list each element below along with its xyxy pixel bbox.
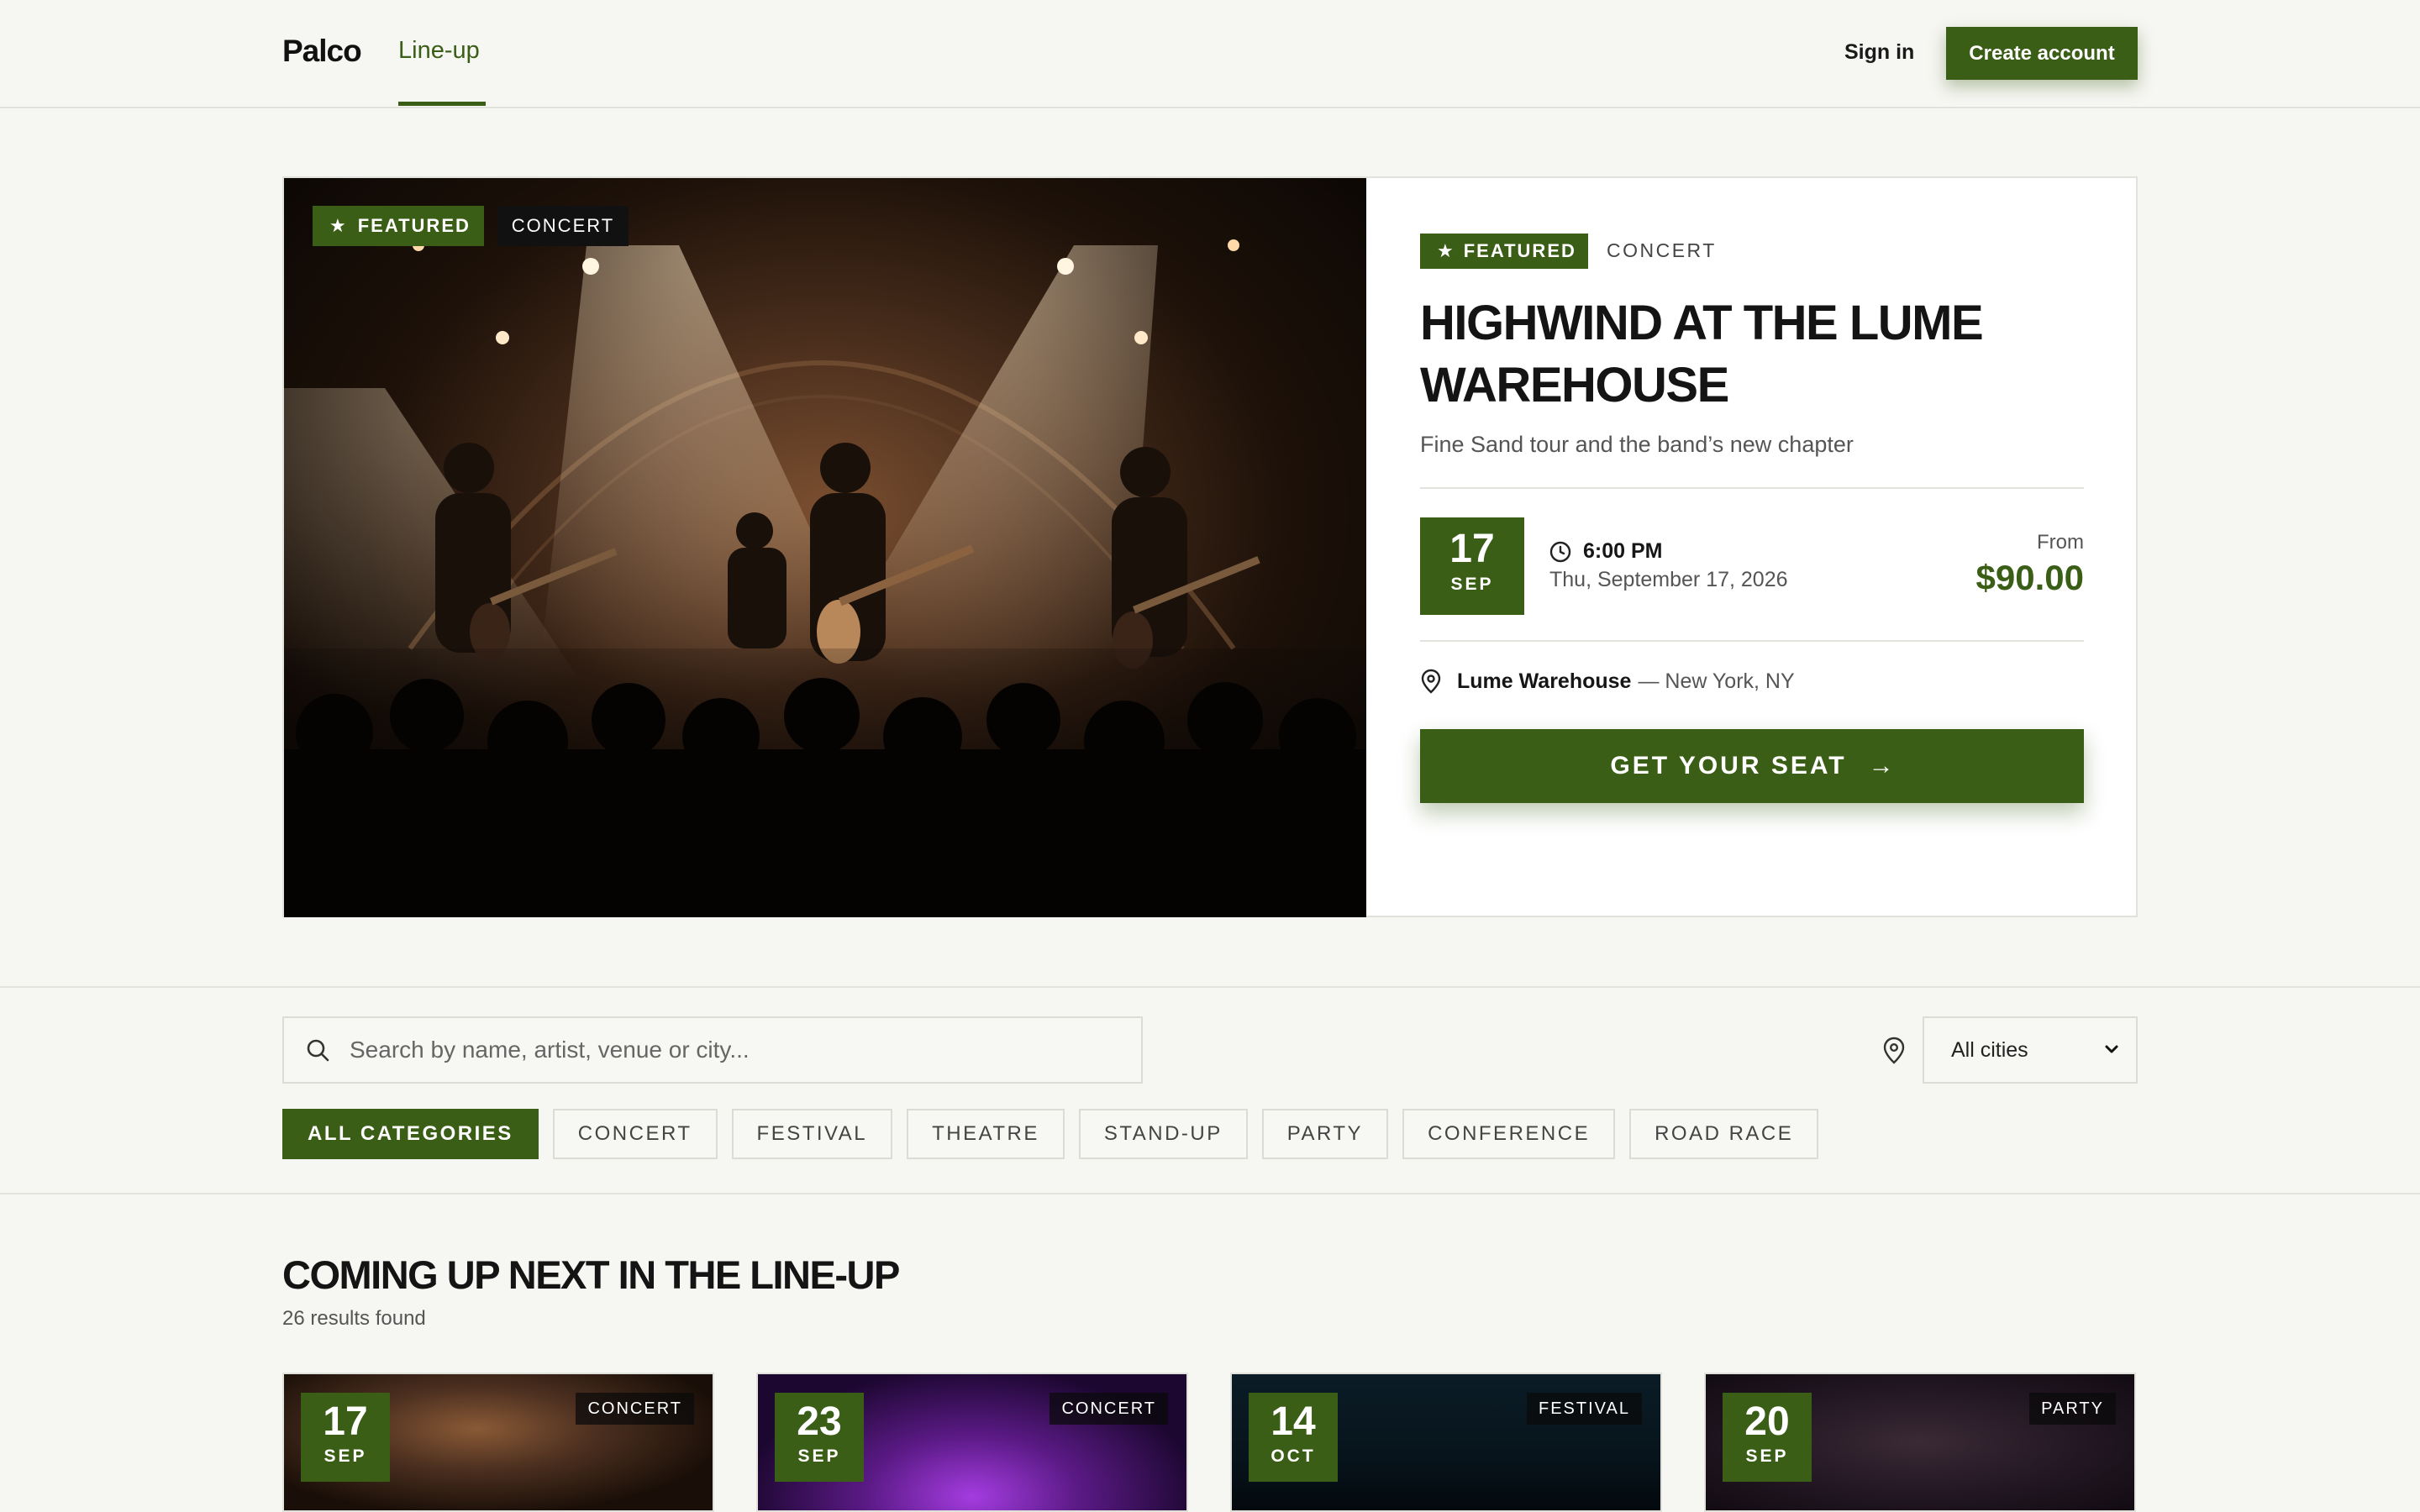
city-select-value: All cities [1951,1037,2028,1062]
featured-event-title[interactable]: HIGHWIND AT THE LUME WAREHOUSE [1420,292,2092,417]
nav-lineup-link[interactable]: Line-up [398,37,480,65]
event-time-text: 6:00 PM [1583,539,1663,563]
category-conference[interactable]: CONFERENCE [1402,1109,1616,1159]
map-pin-icon [1421,669,1441,694]
get-your-seat-button[interactable]: GET YOUR SEAT → [1420,729,2084,803]
category-road-race[interactable]: ROAD RACE [1629,1109,1819,1159]
featured-badge-label: FEATURED [357,215,471,236]
card-date-badge: 23 SEP [775,1393,864,1482]
star-icon: ★ [1437,240,1455,261]
create-account-button[interactable]: Create account [1946,27,2138,80]
event-venue: Lume Warehouse — New York, NY [1420,669,1795,694]
results-count: 26 results found [282,1307,426,1330]
card-date-day: 17 [323,1399,368,1444]
card-date-month: SEP [1745,1446,1789,1466]
card-date-day: 23 [797,1399,842,1444]
card-date-day: 14 [1270,1399,1316,1444]
event-date-full: Thu, September 17, 2026 [1549,568,1788,591]
card-date-month: OCT [1270,1446,1316,1466]
category-concert[interactable]: CONCERT [552,1109,718,1159]
nav-active-indicator [398,102,486,106]
date-month: SEP [1450,575,1494,594]
date-day: 17 [1449,527,1495,571]
arrow-right-icon: → [1868,752,1894,780]
category-stand-up[interactable]: STAND-UP [1078,1109,1248,1159]
concert-stage-illustration [284,239,1366,917]
featured-badge-label: FEATURED [1463,240,1576,261]
card-date-badge: 17 SEP [301,1393,390,1482]
location-pin-icon [1883,1037,1905,1064]
divider [1420,640,2084,642]
price-from-label: From [2037,531,2084,554]
category-festival[interactable]: FESTIVAL [731,1109,893,1159]
event-card[interactable]: 17 SEP CONCERT [282,1373,714,1512]
category-all[interactable]: ALL CATEGORIES [282,1109,539,1159]
category-badge-image: CONCERT [497,206,629,246]
clock-icon [1549,541,1571,562]
event-date-badge: 17 SEP [1420,517,1524,615]
divider [1420,487,2084,489]
category-theatre[interactable]: THEATRE [907,1109,1065,1159]
search-icon [307,1039,329,1062]
card-date-badge: 20 SEP [1723,1393,1812,1482]
card-date-day: 20 [1744,1399,1790,1444]
search-box[interactable] [282,1016,1143,1084]
category-party[interactable]: PARTY [1261,1109,1389,1159]
venue-name[interactable]: Lume Warehouse [1457,669,1631,694]
venue-city: — New York, NY [1638,669,1795,693]
cta-label: GET YOUR SEAT [1610,752,1847,780]
city-select[interactable]: All cities [1923,1016,2138,1084]
results-title: COMING UP NEXT IN THE LINE-UP [282,1252,900,1297]
featured-event-info: ★ FEATURED CONCERT HIGHWIND AT THE LUME … [1366,178,2138,917]
event-card[interactable]: 23 SEP CONCERT [756,1373,1188,1512]
featured-event-card: ★ FEATURED CONCERT ★ FEATURED CONCERT HI… [282,176,2138,917]
featured-event-subtitle: Fine Sand tour and the band’s new chapte… [1420,432,1854,457]
filter-bar: All cities ALL CATEGORIES CONCERT FESTIV… [0,986,2420,1194]
featured-badge-image: ★ FEATURED [313,206,484,246]
event-card[interactable]: 14 OCT FESTIVAL [1230,1373,1662,1512]
featured-badge: ★ FEATURED [1420,234,1588,269]
card-category-badge: CONCERT [576,1393,694,1425]
logo[interactable]: Palco [282,34,362,69]
category-filters: ALL CATEGORIES CONCERT FESTIVAL THEATRE … [282,1109,1819,1159]
card-date-badge: 14 OCT [1249,1393,1338,1482]
card-category-badge: CONCERT [1050,1393,1168,1425]
star-icon: ★ [329,215,348,236]
event-card[interactable]: 20 SEP PARTY [1704,1373,2136,1512]
card-category-badge: FESTIVAL [1527,1393,1642,1425]
category-label: CONCERT [1607,239,1717,261]
card-category-badge: PARTY [2029,1393,2116,1425]
sign-in-link[interactable]: Sign in [1844,40,1914,65]
top-header: Palco Line-up Sign in Create account [0,0,2420,108]
search-input[interactable] [350,1037,1106,1063]
event-time: 6:00 PM [1549,539,1662,564]
event-price: $90.00 [1975,558,2084,597]
chevron-down-icon [2105,1045,2118,1053]
featured-event-image[interactable]: ★ FEATURED CONCERT [284,178,1366,917]
card-date-month: SEP [324,1446,367,1466]
card-date-month: SEP [797,1446,841,1466]
